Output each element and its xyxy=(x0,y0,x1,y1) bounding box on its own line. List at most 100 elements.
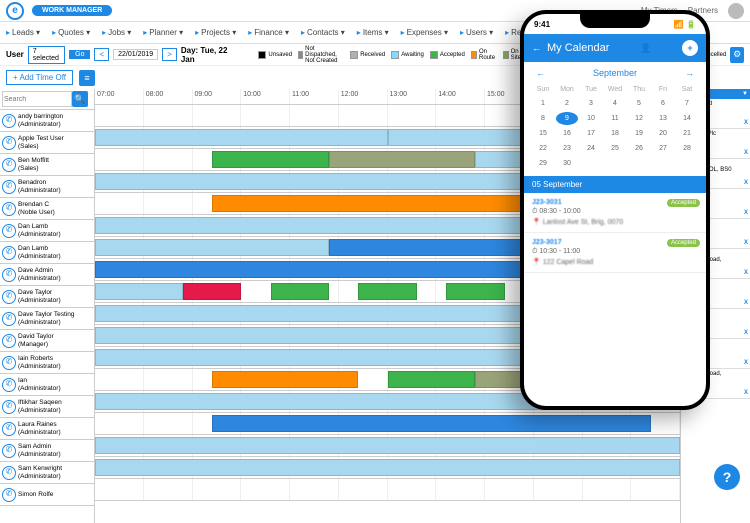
calendar-day[interactable]: 10 xyxy=(580,112,602,125)
gantt-bar[interactable] xyxy=(95,129,388,146)
calendar-day[interactable]: 4 xyxy=(604,97,626,110)
prev-month[interactable]: ← xyxy=(536,68,545,78)
gantt-bar[interactable] xyxy=(329,151,475,168)
user-row[interactable]: ✆David Taylor(Manager) xyxy=(0,330,94,352)
nav-jobs[interactable]: ▸Jobs ▾ xyxy=(102,28,131,37)
gantt-bar[interactable] xyxy=(271,283,330,300)
user-row[interactable]: ✆Laura Raines(Administrator) xyxy=(0,418,94,440)
calendar-day[interactable]: 28 xyxy=(676,142,698,155)
close-icon[interactable]: X xyxy=(744,210,748,216)
close-icon[interactable]: X xyxy=(744,270,748,276)
nav-finance[interactable]: ▸Finance ▾ xyxy=(248,28,289,37)
close-icon[interactable]: X xyxy=(744,120,748,126)
calendar-day[interactable]: 30 xyxy=(556,157,578,170)
close-icon[interactable]: X xyxy=(744,240,748,246)
calendar-day[interactable]: 18 xyxy=(604,127,626,140)
gantt-bar[interactable] xyxy=(212,371,358,388)
calendar-day[interactable]: 17 xyxy=(580,127,602,140)
gantt-bar[interactable] xyxy=(212,151,329,168)
calendar-day[interactable]: 15 xyxy=(532,127,554,140)
gantt-bar[interactable] xyxy=(388,371,476,388)
next-month[interactable]: → xyxy=(685,68,694,78)
calendar-day[interactable]: 23 xyxy=(556,142,578,155)
calendar-day[interactable]: 9 xyxy=(556,112,578,125)
calendar-day[interactable]: 20 xyxy=(652,127,674,140)
nav-quotes[interactable]: ▸Quotes ▾ xyxy=(52,28,90,37)
nav-items[interactable]: ▸Items ▾ xyxy=(357,28,389,37)
person-icon[interactable]: 👤 xyxy=(640,43,651,54)
next-day[interactable]: > xyxy=(162,48,177,61)
close-icon[interactable]: X xyxy=(744,330,748,336)
user-row[interactable]: ✆Dan Lamb(Administrator) xyxy=(0,220,94,242)
back-icon[interactable]: ← xyxy=(532,43,541,53)
user-row[interactable]: ✆Apple Test User(Sales) xyxy=(0,132,94,154)
user-row[interactable]: ✆Sam Admin(Administrator) xyxy=(0,440,94,462)
calendar-day[interactable]: 5 xyxy=(628,97,650,110)
gantt-bar[interactable] xyxy=(95,239,329,256)
calendar-day[interactable]: 21 xyxy=(676,127,698,140)
calendar-day[interactable]: 27 xyxy=(652,142,674,155)
gantt-bar[interactable] xyxy=(446,283,505,300)
calendar-day[interactable]: 13 xyxy=(652,112,674,125)
close-icon[interactable]: X xyxy=(744,300,748,306)
user-row[interactable]: ✆Iftikhar Saqeen(Administrator) xyxy=(0,396,94,418)
calendar-day[interactable]: 22 xyxy=(532,142,554,155)
calendar-day[interactable]: 8 xyxy=(532,112,554,125)
calendar-day[interactable]: 6 xyxy=(652,97,674,110)
user-row[interactable]: ✆Dan Lamb(Administrator) xyxy=(0,242,94,264)
gantt-bar[interactable] xyxy=(358,283,417,300)
user-row[interactable]: ✆andy barrington(Administrator) xyxy=(0,110,94,132)
calendar-day[interactable]: 3 xyxy=(580,97,602,110)
close-icon[interactable]: X xyxy=(744,150,748,156)
nav-contacts[interactable]: ▸Contacts ▾ xyxy=(301,28,345,37)
calendar-day[interactable]: 14 xyxy=(676,112,698,125)
calendar-day[interactable]: 16 xyxy=(556,127,578,140)
user-row[interactable]: ✆Ian(Administrator) xyxy=(0,374,94,396)
user-row[interactable]: ✆Brendan C(Noble User) xyxy=(0,198,94,220)
filter-icon[interactable]: ▼ xyxy=(742,91,748,97)
user-row[interactable]: ✆Dave Taylor(Administrator) xyxy=(0,286,94,308)
gantt-bar[interactable] xyxy=(95,283,183,300)
calendar-day[interactable]: 7 xyxy=(676,97,698,110)
calendar-day[interactable]: 2 xyxy=(556,97,578,110)
settings-btn[interactable]: ⚙ xyxy=(730,47,744,63)
calendar-day[interactable]: 19 xyxy=(628,127,650,140)
user-row[interactable]: ✆Dave Taylor Testing(Administrator) xyxy=(0,308,94,330)
calendar-day[interactable]: 1 xyxy=(532,97,554,110)
user-row[interactable]: ✆Sam Kenwright(Administrator) xyxy=(0,462,94,484)
calendar-day[interactable]: 24 xyxy=(580,142,602,155)
left-action[interactable]: ≡ xyxy=(79,70,95,86)
search-icon[interactable]: 🔍 xyxy=(72,91,88,107)
user-row[interactable]: ✆Ben Moffitt(Sales) xyxy=(0,154,94,176)
user-row[interactable]: ✆Iain Roberts(Administrator) xyxy=(0,352,94,374)
close-icon[interactable]: X xyxy=(744,390,748,396)
nav-projects[interactable]: ▸Projects ▾ xyxy=(195,28,236,37)
user-row[interactable]: ✆Simon Rolfe xyxy=(0,484,94,506)
calendar-day[interactable]: 12 xyxy=(628,112,650,125)
go-button[interactable]: Go xyxy=(69,50,90,59)
calendar-day[interactable]: 25 xyxy=(604,142,626,155)
help-button[interactable]: ? xyxy=(714,464,740,490)
job-card[interactable]: J23-3017⏱ 10:30 - 11:00122 Capel RoadAcc… xyxy=(524,233,706,273)
nav-planner[interactable]: ▸Planner ▾ xyxy=(143,28,183,37)
nav-leads[interactable]: ▸Leads ▾ xyxy=(6,28,40,37)
close-icon[interactable]: X xyxy=(744,360,748,366)
close-icon[interactable]: X xyxy=(744,180,748,186)
gantt-bar[interactable] xyxy=(212,415,651,432)
add-icon[interactable]: + xyxy=(682,40,698,56)
user-row[interactable]: ✆Dave Admin(Administrator) xyxy=(0,264,94,286)
add-time-off-button[interactable]: + Add Time Off xyxy=(6,70,73,85)
user-row[interactable]: ✆Benadron(Administrator) xyxy=(0,176,94,198)
calendar-day[interactable]: 26 xyxy=(628,142,650,155)
nav-users[interactable]: ▸Users ▾ xyxy=(460,28,493,37)
calendar-day[interactable]: 11 xyxy=(604,112,626,125)
nav-expenses[interactable]: ▸Expenses ▾ xyxy=(401,28,448,37)
avatar[interactable] xyxy=(728,3,744,19)
gantt-bar[interactable] xyxy=(183,283,242,300)
user-select[interactable]: 7 selected xyxy=(28,46,65,64)
job-card[interactable]: J23-3031⏱ 08:30 - 10:00Lanlost Ave St, B… xyxy=(524,193,706,233)
prev-day[interactable]: < xyxy=(94,48,109,61)
search-input[interactable] xyxy=(2,91,72,107)
date-input[interactable]: 22/01/2019 xyxy=(113,49,158,60)
gantt-bar[interactable] xyxy=(95,437,680,454)
